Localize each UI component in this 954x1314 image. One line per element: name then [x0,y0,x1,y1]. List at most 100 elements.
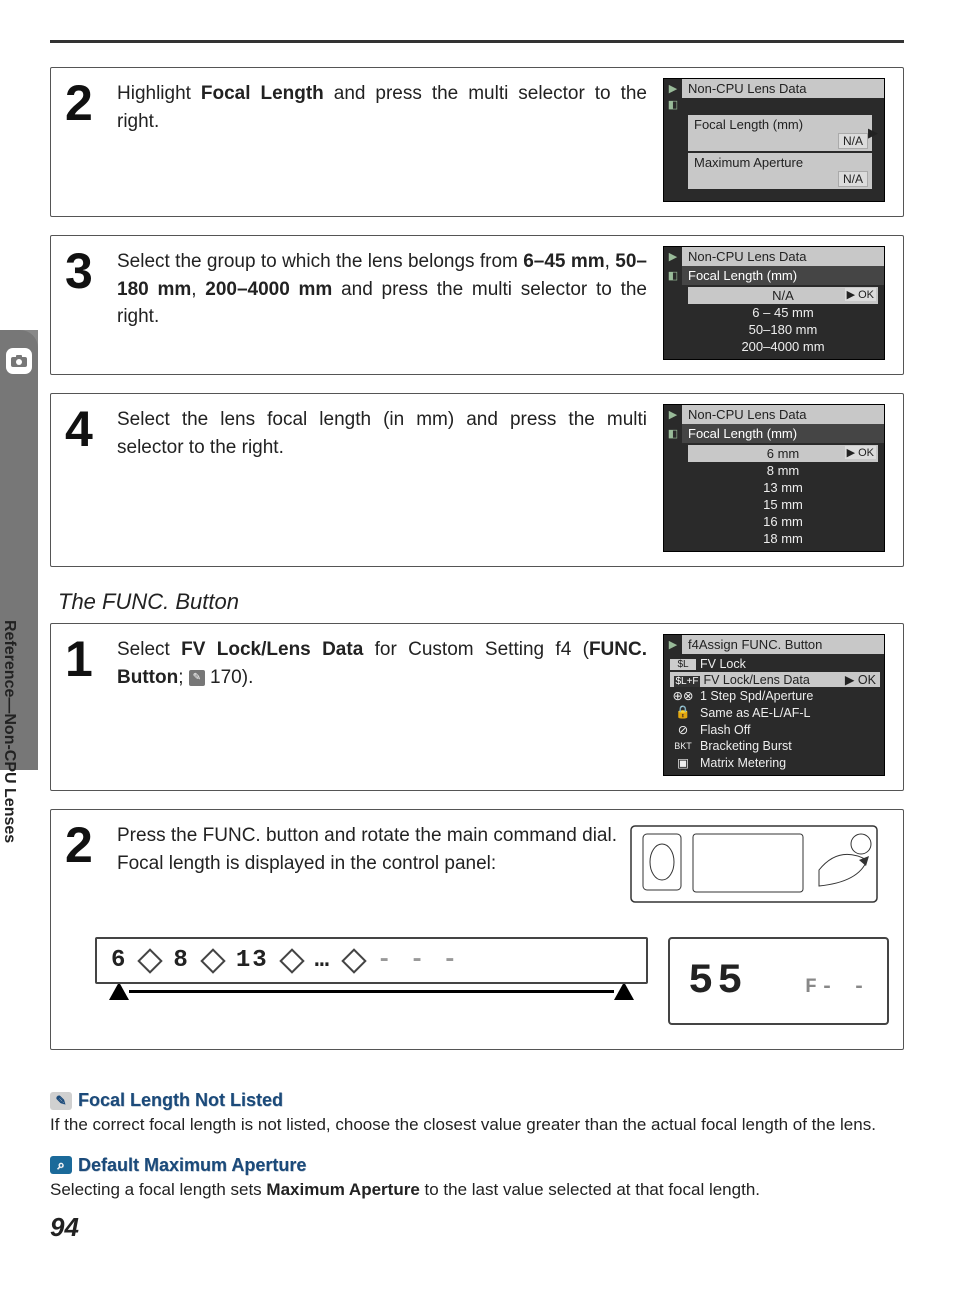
lcd-option: 🔒Same as AE-L/AF-L [670,704,880,721]
camera-icon: ◧ [664,424,682,443]
lcd-option-label: 1 Step Spd/Aperture [700,689,813,703]
text: Select [117,639,181,660]
lcd-field-label: Maximum Aperture [694,155,803,170]
play-icon: ▶ [664,635,682,654]
lcd-screen-noncpu-focallist: ▶Non-CPU Lens Data ◧Focal Length (mm) 6 … [663,404,885,552]
note-heading: Focal Length Not Listed [78,1090,283,1111]
step-2: 2 Highlight Focal Length and press the m… [50,67,904,217]
segment-strip: 6 8 13 … - - - [95,937,648,984]
lcd-option: BKTBracketing Burst [670,738,880,754]
step-body: Highlight Focal Length and press the mul… [117,78,647,202]
lcd-field-focal: Focal Length (mm) ▶ N/A [688,115,872,151]
lcd-field-aperture: Maximum Aperture N/A [688,153,872,189]
lcd-title: Non-CPU Lens Data [682,79,884,98]
lcd-option: 13 mm [688,479,878,496]
step-4: 4 Select the lens focal length (in mm) a… [50,393,904,567]
text: , [605,251,616,272]
play-icon: ▶ [664,79,682,98]
ok-indicator: ▶ OK [845,288,876,301]
lcd-option: ⊕⊗1 Step Spd/Aperture [670,687,880,704]
note-heading: Default Maximum Aperture [78,1155,306,1176]
text: Select the group to which the lens belon… [117,251,523,272]
magnify-icon: ⌕ [50,1156,72,1174]
step-number: 2 [65,820,105,915]
text-bold: Focal Length [201,83,324,104]
lcd-title: f4Assign FUNC. Button [682,635,884,654]
page-ref: 170 [210,667,242,688]
lcd-option-label: Bracketing Burst [700,739,792,753]
camera-top-illustration [629,820,889,915]
lcd-option-label: FV Lock [700,657,746,671]
lcd-option-label: FV Lock/Lens Data [703,673,809,687]
seg-dots: … [315,947,331,974]
lcd-option: ▣Matrix Metering [670,754,880,771]
lcd-option-selected: $L+F FV Lock/Lens Data▶ OK [670,672,880,687]
note-body: Selecting a focal length sets Maximum Ap… [50,1178,904,1202]
diamond-icon [138,948,163,973]
lcd-subtitle: Focal Length (mm) [682,266,884,285]
play-icon: ▶ [664,405,682,424]
text-bold: 6–45 mm [523,251,604,272]
lcd-option-selected: 6 mm ▶ OK [688,445,878,462]
text: Selecting a focal length sets [50,1180,266,1199]
step-body: Press the FUNC. button and rotate the ma… [117,820,617,915]
ok-indicator: ▶ OK [845,446,876,459]
pencil-icon: ✎ [50,1092,72,1110]
section-heading: The FUNC. Button [58,589,904,615]
arrow-up-icon [109,982,129,1000]
text: , [191,279,205,300]
text: Highlight [117,83,201,104]
step-number: 3 [65,246,105,360]
lcd-title: Non-CPU Lens Data [682,247,884,266]
diamond-icon [279,948,304,973]
ok-indicator: ▶ OK [845,672,876,687]
text: for Custom Setting f4 ( [363,639,589,660]
seg-val: 6 [111,947,127,974]
func-step-1: 1 Select FV Lock/Lens Data for Custom Se… [50,623,904,791]
seg-val: 8 [173,947,189,974]
step-number: 2 [65,78,105,202]
lcd-option: 200–4000 mm [688,338,878,355]
text: to the last value selected at that focal… [420,1180,760,1199]
seg-val: 13 [236,947,269,974]
loop-arrow [95,982,648,1000]
page-ref-icon: ✎ [189,670,205,686]
lcd-option: 8 mm [688,462,878,479]
note-body: If the correct focal length is not liste… [50,1113,904,1137]
lcd-option: $LFV Lock [670,656,880,672]
camera-icon: ◧ [664,98,682,111]
lcd-option-label: N/A [772,288,794,303]
control-panel-display: 55 F- - [668,937,889,1025]
lcd-option: 18 mm [688,530,878,547]
step-3: 3 Select the group to which the lens bel… [50,235,904,375]
lcd-option: 16 mm [688,513,878,530]
lcd-option: ⊘Flash Off [670,721,880,738]
diamond-icon [341,948,366,973]
lcd-option-label: Matrix Metering [700,756,786,770]
lcd-option-label: 6 mm [767,446,800,461]
seg-big-f: F- - [805,976,869,999]
step-body: Select the group to which the lens belon… [117,246,647,360]
step-body: Select the lens focal length (in mm) and… [117,404,647,552]
play-icon: ▶ [664,247,682,266]
lcd-screen-func-menu: ▶f4Assign FUNC. Button $LFV Lock $L+F FV… [663,634,885,776]
func-step-2: 2 Press the FUNC. button and rotate the … [50,809,904,1050]
lcd-screen-noncpu-groups: ▶Non-CPU Lens Data ◧Focal Length (mm) N/… [663,246,885,360]
text-bold: Maximum Aperture [266,1180,419,1199]
lcd-option: 50–180 mm [688,321,878,338]
camera-icon: ◧ [664,266,682,285]
lcd-value: N/A [838,133,868,149]
lcd-option-label: Flash Off [700,723,750,737]
diamond-icon [200,948,225,973]
lcd-field-label: Focal Length (mm) [694,117,803,132]
text-bold: 200–4000 mm [205,279,332,300]
text: ; [178,667,189,688]
step-number: 1 [65,634,105,776]
step-body: Select FV Lock/Lens Data for Custom Sett… [117,634,647,776]
lcd-screen-noncpu-main: ▶Non-CPU Lens Data ◧ Focal Length (mm) ▶… [663,78,885,202]
seg-dash: - - - [377,947,459,974]
top-rule [50,40,904,43]
text-bold: FV Lock/Lens Data [181,639,363,660]
lcd-option-label: Same as AE-L/AF-L [700,706,810,720]
lcd-value: N/A [838,171,868,187]
